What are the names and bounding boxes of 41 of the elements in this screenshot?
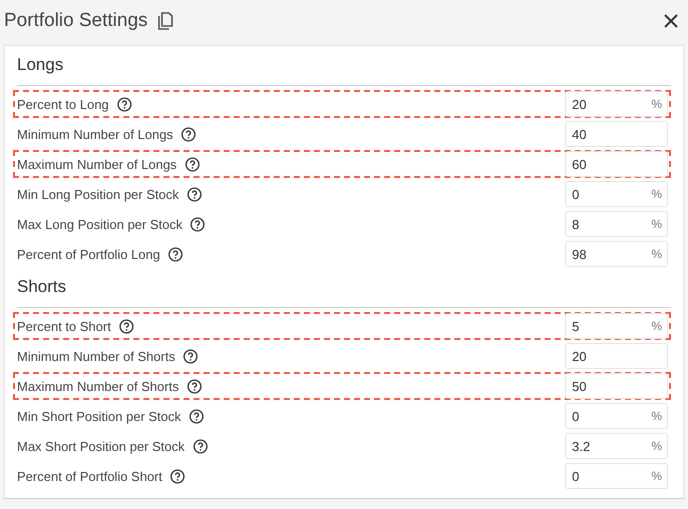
unit-label: % [651,187,662,201]
setting-label: Minimum Number of Shorts [17,348,176,364]
section-title: Longs [17,54,64,76]
setting-label: Percent to Long [17,96,109,112]
input-field[interactable]: 50 [565,373,668,399]
setting-label: Percent to Short [17,318,111,334]
close-icon[interactable] [664,14,678,28]
help-icon[interactable] [183,348,198,364]
setting-label: Min Short Position per Stock [17,408,182,424]
help-icon[interactable] [170,468,186,484]
unit-label: % [651,319,662,333]
help-icon[interactable] [181,126,196,142]
unit-label: % [651,409,662,423]
section-title: Shorts [17,276,68,298]
setting-label: Max Long Position per Stock [17,216,182,232]
copy-icon[interactable] [156,12,174,30]
input-field[interactable]: 40 [565,121,668,147]
unit-label: % [651,97,662,111]
help-icon[interactable] [116,96,132,112]
setting-label: Percent of Portfolio Short [17,468,162,484]
unit-label: % [651,217,662,231]
help-icon[interactable] [189,408,204,424]
unit-label: % [651,247,662,261]
setting-label: Minimum Number of Longs [17,126,174,142]
help-icon[interactable] [192,438,208,454]
input-field[interactable]: 60 [565,151,668,177]
help-icon[interactable] [118,318,134,334]
help-icon[interactable] [184,156,200,172]
setting-label: Min Long Position per Stock [17,186,179,202]
setting-label: Maximum Number of Shorts [17,378,179,394]
unit-label: % [651,469,662,483]
setting-label: Maximum Number of Longs [17,156,177,172]
help-icon[interactable] [190,216,206,232]
help-icon[interactable] [186,186,202,202]
help-icon[interactable] [168,246,184,262]
help-icon[interactable] [186,378,202,394]
setting-label: Max Short Position per Stock [17,438,185,454]
window-title: Portfolio Settings [4,10,148,32]
unit-label: % [651,439,662,453]
setting-label: Percent of Portfolio Long [17,246,160,262]
input-field[interactable]: 20 [565,343,668,369]
